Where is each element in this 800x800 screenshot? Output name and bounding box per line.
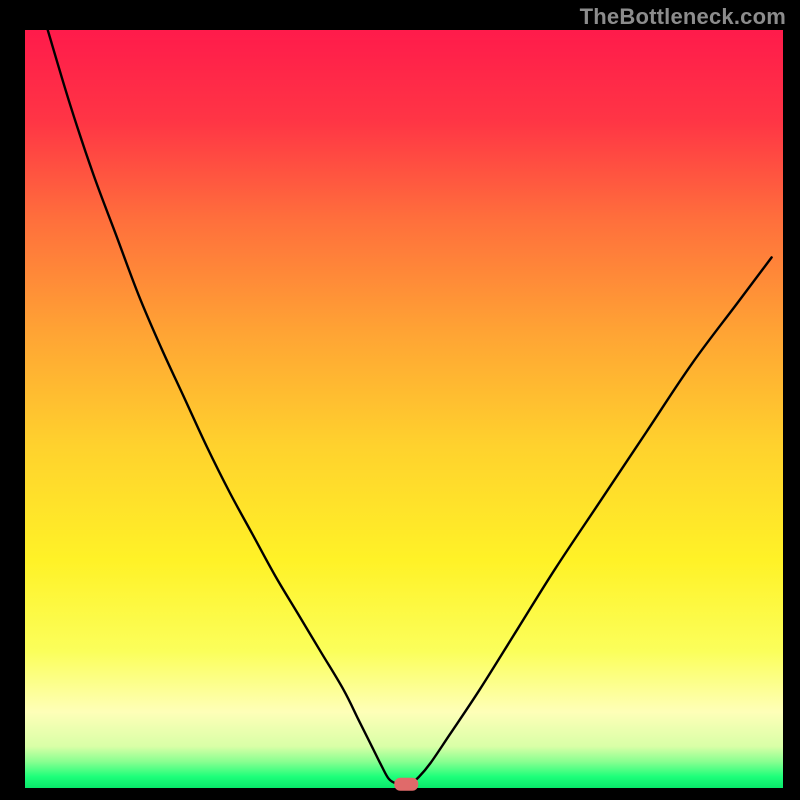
optimal-marker xyxy=(394,778,418,791)
watermark-text: TheBottleneck.com xyxy=(580,4,786,30)
bottleneck-chart xyxy=(0,0,800,800)
gradient-background xyxy=(25,30,783,788)
